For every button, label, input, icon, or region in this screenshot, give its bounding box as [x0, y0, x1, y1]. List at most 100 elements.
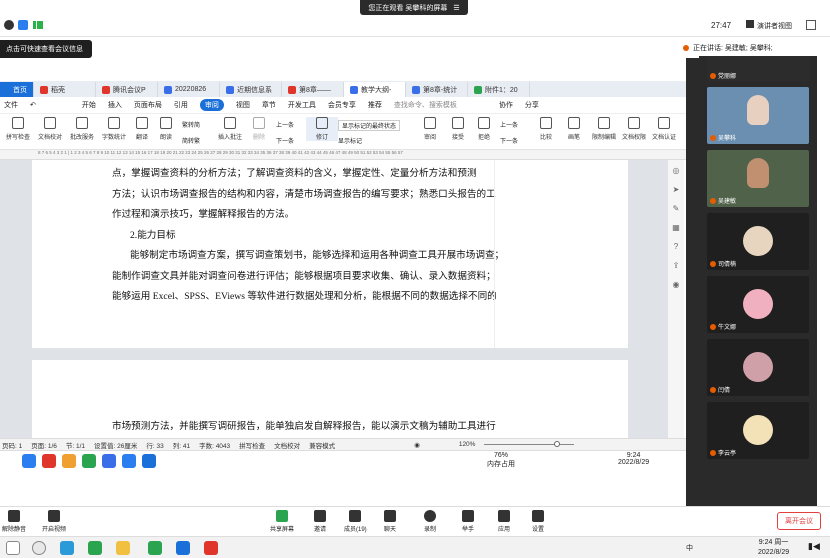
share-icon[interactable]: ⇪	[673, 261, 680, 270]
menu-view[interactable]: 视图	[236, 100, 250, 110]
menu-member[interactable]: 会员专享	[328, 100, 356, 110]
presenter-view-button[interactable]: 演讲者视图	[757, 21, 792, 31]
review-pane-button[interactable]: 审阅	[424, 132, 436, 141]
status-proof[interactable]: 文档校对	[274, 440, 300, 450]
status-section[interactable]: 节: 1/1	[66, 440, 85, 450]
next-change-button[interactable]: 下一条	[500, 136, 518, 145]
revise-button[interactable]: 修订	[316, 132, 328, 141]
grid-icon[interactable]	[806, 20, 816, 30]
participant-tile[interactable]: 闫倩	[707, 339, 809, 396]
participant-tile[interactable]: 李云亭	[707, 402, 809, 459]
apps-button[interactable]: 应用	[498, 524, 510, 533]
ink-button[interactable]: 画笔	[568, 132, 580, 141]
menu-file[interactable]: 文件	[4, 100, 18, 110]
read-button[interactable]: 朗读	[160, 132, 172, 141]
wps-tab[interactable]: 稻壳	[34, 82, 96, 97]
status-page[interactable]: 页码: 1	[2, 440, 22, 450]
accept-button[interactable]: 接受	[452, 132, 464, 141]
menu-start[interactable]: 开始	[82, 100, 96, 110]
cert-button[interactable]: 文档认证	[652, 132, 676, 141]
wps-icon[interactable]	[204, 541, 218, 555]
status-row[interactable]: 行: 33	[146, 440, 163, 450]
wps-tab[interactable]: 腾讯会议P	[96, 82, 158, 97]
mute-button[interactable]: 解除静音	[2, 524, 26, 533]
raise-hand-button[interactable]: 举手	[462, 524, 474, 533]
app-icon[interactable]	[62, 454, 76, 468]
menu-share[interactable]: 分享	[525, 100, 539, 110]
start-icon[interactable]	[6, 541, 20, 555]
search-input[interactable]: 查找命令、搜索模板	[394, 100, 457, 110]
menu-insert[interactable]: 插入	[108, 100, 122, 110]
document-page-2[interactable]: 市场预测方法，并能撰写调研报告，能单独启发自解释报告，能以演示文稿为辅助工具进行	[32, 360, 628, 438]
doc-check-button[interactable]: 文档校对	[38, 132, 62, 141]
menu-ref[interactable]: 引用	[174, 100, 188, 110]
wps-tab[interactable]: 近期信息系	[220, 82, 282, 97]
ruler[interactable]: 8 7 6 5 4 3 2 1 | 1 2 3 4 5 6 7 8 9 10 1…	[0, 150, 686, 160]
app-icon[interactable]	[82, 454, 96, 468]
participant-tile[interactable]: 司倩楠	[707, 213, 809, 270]
folder-icon[interactable]	[116, 541, 130, 555]
participant-tile[interactable]: 党丽娜	[707, 56, 809, 82]
wps-tab[interactable]: 教学大纲-	[344, 82, 406, 97]
status-words[interactable]: 字数: 4043	[199, 440, 230, 450]
cursor-icon[interactable]: ➤	[673, 185, 680, 194]
wps-tab[interactable]: 20220826	[158, 82, 220, 97]
settings-button[interactable]: 设置	[532, 524, 544, 533]
menu-dev[interactable]: 开发工具	[288, 100, 316, 110]
members-button[interactable]: 成员(19)	[344, 524, 367, 533]
next-comment-button[interactable]: 下一条	[276, 136, 294, 145]
show-mark-button[interactable]: 显示标记	[338, 136, 362, 145]
edit-icon[interactable]: ✎	[673, 204, 680, 213]
wps-tab[interactable]: 首页	[0, 82, 34, 97]
app-icon[interactable]	[102, 454, 116, 468]
chat-button[interactable]: 聊天	[384, 524, 396, 533]
status-pages[interactable]: 页面: 1/6	[31, 440, 57, 450]
simp-button[interactable]: 简转繁	[182, 136, 200, 145]
undo-icon[interactable]: ↶	[30, 101, 36, 109]
reject-button[interactable]: 拒绝	[478, 132, 490, 141]
spell-button[interactable]: 拼写检查	[6, 132, 30, 141]
trad-button[interactable]: 繁转简	[182, 120, 200, 129]
menu-layout[interactable]: 页面布局	[134, 100, 162, 110]
wps-tab[interactable]: 第8章——	[282, 82, 344, 97]
layers-icon[interactable]: ▦	[672, 223, 680, 232]
zoom-slider[interactable]	[484, 441, 575, 447]
video-button[interactable]: 开启视频	[42, 524, 66, 533]
app-icon[interactable]	[122, 454, 136, 468]
wps-tab[interactable]: 附件1：20	[468, 82, 530, 97]
wechat-icon[interactable]	[148, 541, 162, 555]
participant-tile[interactable]: 吴建敏	[707, 150, 809, 207]
status-spell[interactable]: 拼写检查	[239, 440, 265, 450]
participant-tile[interactable]: 吴攀科	[707, 87, 809, 144]
translate-button[interactable]: 翻译	[136, 132, 148, 141]
menu-section[interactable]: 章节	[262, 100, 276, 110]
share-button[interactable]: 共享屏幕	[270, 524, 294, 533]
status-col[interactable]: 列: 41	[173, 440, 190, 450]
compare-button[interactable]: 比较	[540, 132, 552, 141]
edge-icon[interactable]	[60, 541, 74, 555]
batch-button[interactable]: 批改服务	[70, 132, 94, 141]
permission-button[interactable]: 文档权限	[622, 132, 646, 141]
shield-icon[interactable]	[18, 20, 28, 30]
insert-comment-button[interactable]: 插入批注	[218, 132, 242, 141]
leave-meeting-button[interactable]: 离开会议	[777, 512, 821, 530]
invite-button[interactable]: 邀请	[314, 524, 326, 533]
notification-icon[interactable]: ▮◀	[808, 541, 820, 552]
menu-cowork[interactable]: 协作	[499, 100, 513, 110]
prev-change-button[interactable]: 上一条	[500, 120, 518, 129]
search-icon[interactable]	[32, 541, 46, 555]
info-icon[interactable]	[4, 20, 14, 30]
status-setting[interactable]: 设置值: 26厘米	[94, 440, 137, 450]
system-clock[interactable]: 9:24 周一 2022/8/29	[758, 538, 789, 558]
help-icon[interactable]: ?	[674, 242, 678, 251]
clip-icon[interactable]: ◎	[673, 166, 680, 175]
menu-review[interactable]: 审阅	[199, 99, 224, 111]
participant-list[interactable]: 党丽娜 吴攀科 吴建敏 司倩楠 牛文娜 闫倩 李云亭	[699, 56, 817, 506]
delete-button[interactable]: 删除	[253, 132, 265, 141]
presenter-view-icon[interactable]	[746, 20, 754, 28]
location-icon[interactable]: ◉	[673, 280, 680, 289]
app-icon[interactable]	[22, 454, 36, 468]
app-icon[interactable]	[142, 454, 156, 468]
markup-select[interactable]: 显示标记的最终状态	[338, 120, 401, 131]
meeting-icon[interactable]	[176, 541, 190, 555]
